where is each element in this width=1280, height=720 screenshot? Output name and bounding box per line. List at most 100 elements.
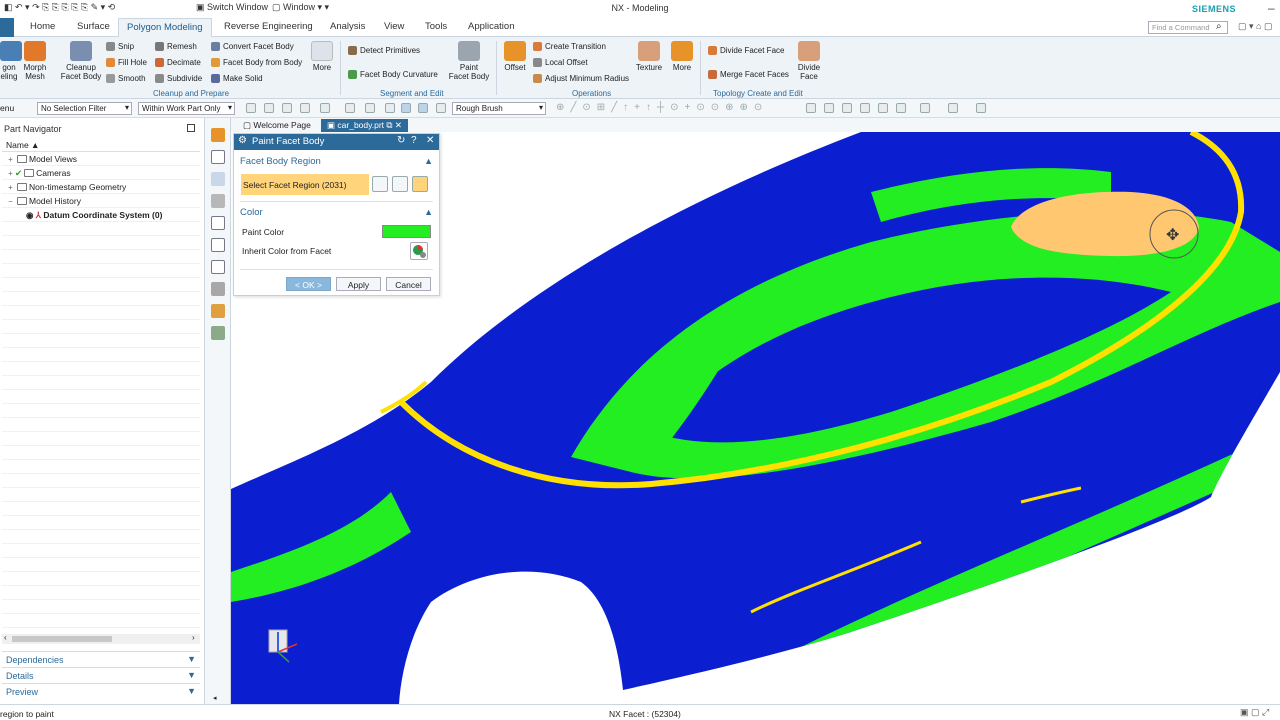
gear-icon[interactable]: ⚙ bbox=[238, 135, 247, 146]
section-color[interactable]: Color bbox=[240, 207, 263, 218]
chevron-up-icon[interactable]: ▲ bbox=[424, 156, 433, 166]
snip-button[interactable]: Snip bbox=[106, 42, 134, 52]
section-facet-body-region[interactable]: Facet Body Region bbox=[240, 156, 321, 167]
ok-button[interactable]: < OK > bbox=[286, 277, 331, 291]
toolbar-icon[interactable] bbox=[824, 103, 834, 113]
tree-item-datum-coordinate-system[interactable]: ◉ ⅄ Datum Coordinate System (0) bbox=[26, 210, 162, 221]
polygon-modeling-button[interactable]: gon eling bbox=[0, 41, 22, 81]
tab-analysis[interactable]: Analysis bbox=[328, 21, 367, 32]
tab-application[interactable]: Application bbox=[466, 21, 516, 32]
select-facet-region-field[interactable]: Select Facet Region (2031) bbox=[241, 174, 369, 195]
help-icon[interactable]: ? bbox=[411, 135, 417, 146]
toolbar-icon[interactable] bbox=[320, 103, 330, 113]
settings-icon[interactable] bbox=[211, 282, 225, 296]
toolbar-icon[interactable] bbox=[860, 103, 870, 113]
texture-button[interactable]: Texture bbox=[634, 41, 664, 72]
selection-filter-select[interactable]: No Selection Filter bbox=[37, 102, 132, 115]
scroll-left-icon[interactable]: ‹ bbox=[4, 633, 7, 642]
collapse-panel-icon[interactable]: ◂ bbox=[213, 694, 217, 702]
navigator-close-icon[interactable] bbox=[187, 124, 195, 132]
navigator-column-header[interactable]: Name ▲ bbox=[2, 140, 200, 152]
convert-facet-body-button[interactable]: Convert Facet Body bbox=[211, 42, 294, 52]
offset-button[interactable]: Offset bbox=[500, 41, 530, 72]
toolbar-icon[interactable] bbox=[920, 103, 930, 113]
paint-region-icon[interactable] bbox=[412, 176, 428, 192]
paint-select-icon[interactable] bbox=[418, 103, 428, 113]
toolbar-icon[interactable] bbox=[948, 103, 958, 113]
tab-reverse-engineering[interactable]: Reverse Engineering bbox=[222, 21, 315, 32]
toolbar-icon[interactable] bbox=[300, 103, 310, 113]
brush-select-icon[interactable] bbox=[401, 103, 411, 113]
tab-welcome-page[interactable]: ▢ Welcome Page bbox=[237, 119, 317, 132]
section-preview[interactable]: Preview ▼ bbox=[2, 683, 200, 699]
morph-mesh-button[interactable]: Morph Mesh bbox=[20, 41, 50, 81]
toolbar-icon[interactable] bbox=[282, 103, 292, 113]
eye-icon[interactable]: ◉ bbox=[26, 210, 33, 220]
expand-icon[interactable]: + bbox=[6, 169, 15, 178]
toolbar-icon[interactable] bbox=[436, 103, 446, 113]
tree-item-model-views[interactable]: + Model Views bbox=[6, 154, 77, 164]
cleanup-facet-body-button[interactable]: Cleanup Facet Body bbox=[60, 41, 102, 81]
detect-primitives-button[interactable]: Detect Primitives bbox=[348, 46, 420, 56]
adjust-minimum-radius-button[interactable]: Adjust Minimum Radius bbox=[533, 74, 629, 84]
selection-scope-select[interactable]: Within Work Part Only bbox=[138, 102, 235, 115]
tab-view[interactable]: View bbox=[382, 21, 406, 32]
fill-hole-button[interactable]: Fill Hole bbox=[106, 58, 147, 68]
brush-type-select[interactable]: Rough Brush bbox=[452, 102, 546, 115]
toolbar-icon[interactable] bbox=[246, 103, 256, 113]
brush-select-icon[interactable] bbox=[372, 176, 388, 192]
tab-surface[interactable]: Surface bbox=[75, 21, 112, 32]
file-menu-button[interactable] bbox=[0, 18, 14, 37]
history-icon[interactable] bbox=[211, 194, 225, 208]
toolbar-icon[interactable] bbox=[345, 103, 355, 113]
tree-item-non-timestamp-geometry[interactable]: + Non-timestamp Geometry bbox=[6, 182, 126, 192]
snap-point-icons[interactable]: ⊕╱⊙⊞╱↑+↑┼⊙+⊙⊙⊕⊕⊙ bbox=[556, 102, 768, 113]
divide-facet-face-button[interactable]: Divide Facet Face bbox=[708, 46, 784, 56]
toolbar-icon[interactable] bbox=[806, 103, 816, 113]
assembly-icon[interactable] bbox=[211, 238, 225, 252]
process-studio-icon[interactable] bbox=[211, 326, 225, 340]
close-icon[interactable]: ✕ bbox=[426, 135, 434, 146]
toolbar-icon[interactable] bbox=[842, 103, 852, 113]
tab-tools[interactable]: Tools bbox=[423, 21, 449, 32]
collapse-icon[interactable]: − bbox=[6, 197, 15, 206]
scrollbar-thumb[interactable] bbox=[12, 636, 112, 642]
expand-icon[interactable]: + bbox=[6, 155, 15, 164]
section-dependencies[interactable]: Dependencies ▼ bbox=[2, 651, 200, 667]
tree-item-model-history[interactable]: − Model History bbox=[6, 196, 81, 206]
reuse-library-icon[interactable] bbox=[211, 304, 225, 318]
cancel-button[interactable]: Cancel bbox=[386, 277, 431, 291]
add-region-icon[interactable] bbox=[392, 176, 408, 192]
remesh-button[interactable]: Remesh bbox=[155, 42, 197, 52]
window-controls[interactable]: ▢ ▾ ⌂ ▢ bbox=[1238, 21, 1272, 32]
tab-home[interactable]: Home bbox=[28, 21, 57, 32]
local-offset-button[interactable]: Local Offset bbox=[533, 58, 588, 68]
tree-item-cameras[interactable]: + ✔ Cameras bbox=[6, 168, 70, 179]
minimize-icon[interactable]: – bbox=[1268, 1, 1275, 15]
create-transition-button[interactable]: Create Transition bbox=[533, 42, 606, 52]
toolbar-icon[interactable] bbox=[264, 103, 274, 113]
toolbar-icon[interactable] bbox=[896, 103, 906, 113]
search-icon[interactable]: ⌕ bbox=[1216, 21, 1222, 32]
inherit-color-icon[interactable] bbox=[410, 242, 428, 260]
tab-car-body[interactable]: ▣ car_body.prt ⧉ ✕ bbox=[321, 119, 408, 132]
roles-icon[interactable] bbox=[211, 172, 225, 186]
toolbar-icon[interactable] bbox=[365, 103, 375, 113]
status-icons[interactable]: ▣ ▢ ⤢ bbox=[1240, 707, 1269, 718]
toolbar-icon[interactable] bbox=[385, 103, 395, 113]
paint-brush-icon[interactable] bbox=[211, 128, 225, 142]
paint-color-swatch[interactable] bbox=[382, 225, 431, 238]
reset-icon[interactable]: ↻ bbox=[397, 135, 405, 146]
paint-facet-body-button[interactable]: Paint Facet Body bbox=[448, 41, 490, 81]
menu-button[interactable]: enu bbox=[0, 103, 14, 113]
apply-button[interactable]: Apply bbox=[336, 277, 381, 291]
fit-view-icon[interactable] bbox=[211, 150, 225, 164]
document-icon[interactable] bbox=[211, 260, 225, 274]
expand-icon[interactable]: + bbox=[6, 183, 15, 192]
toolbar-icon[interactable] bbox=[878, 103, 888, 113]
merge-facet-faces-button[interactable]: Merge Facet Faces bbox=[708, 70, 789, 80]
facet-body-from-body-button[interactable]: Facet Body from Body bbox=[211, 58, 302, 68]
scroll-right-icon[interactable]: › bbox=[192, 633, 195, 642]
folder-open-icon[interactable] bbox=[211, 216, 225, 230]
smooth-button[interactable]: Smooth bbox=[106, 74, 146, 84]
